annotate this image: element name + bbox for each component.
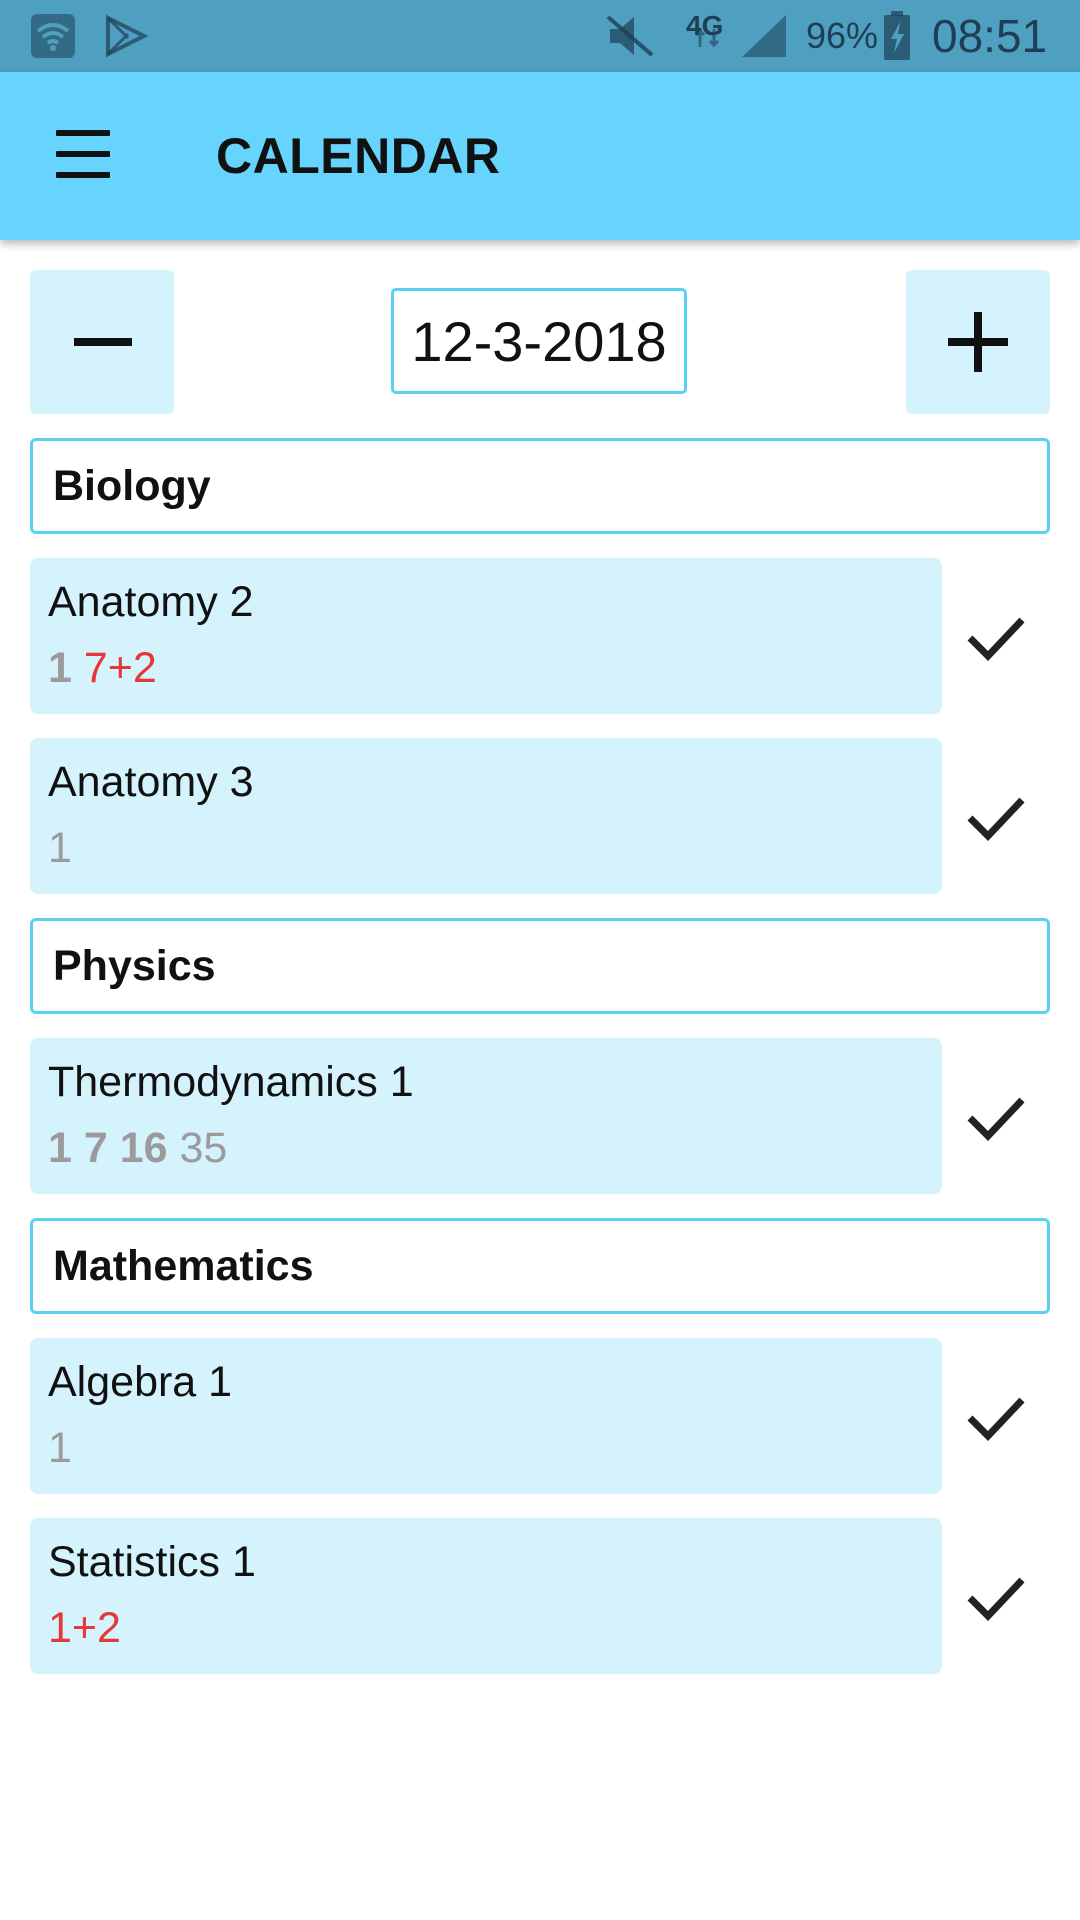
item-review-counts: 1	[48, 824, 72, 872]
item-title: Anatomy 3	[48, 758, 254, 806]
item-review-counts: 1	[48, 1424, 72, 1472]
status-bar: 4G 96% 08:51	[0, 0, 1080, 72]
list-item[interactable]: Algebra 1 1	[30, 1338, 942, 1494]
section-header-biology: Biology	[30, 438, 1050, 534]
item-review-counts: 1 7+2	[48, 644, 157, 692]
menu-icon[interactable]	[46, 128, 122, 184]
signal-icon	[740, 0, 788, 72]
wifi-icon	[30, 0, 76, 72]
section-header-mathematics: Mathematics	[30, 1218, 1050, 1314]
minus-icon	[74, 338, 132, 346]
list-item[interactable]: Anatomy 3 1	[30, 738, 942, 894]
check-icon[interactable]	[960, 1560, 1032, 1632]
check-icon[interactable]	[960, 780, 1032, 852]
battery-percent: 96%	[806, 15, 879, 56]
item-review-counts: 1 7 16 35	[48, 1124, 228, 1172]
mute-icon	[604, 0, 656, 72]
check-icon[interactable]	[960, 1080, 1032, 1152]
data-arrows-icon	[692, 18, 722, 58]
check-icon[interactable]	[960, 600, 1032, 672]
date-field[interactable]: 12-3-2018	[391, 288, 687, 394]
item-title: Algebra 1	[48, 1358, 233, 1406]
battery-charging-icon	[882, 0, 912, 72]
next-day-button[interactable]	[906, 270, 1050, 414]
page-title: CALENDAR	[216, 128, 501, 184]
item-review-counts: 1+2	[48, 1604, 121, 1652]
item-title: Anatomy 2	[48, 578, 254, 626]
list-item[interactable]: Anatomy 2 1 7+2	[30, 558, 942, 714]
list-item[interactable]: Thermodynamics 1 1 7 16 35	[30, 1038, 942, 1194]
previous-day-button[interactable]	[30, 270, 174, 414]
item-title: Thermodynamics 1	[48, 1058, 414, 1106]
list-item[interactable]: Statistics 1 1+2	[30, 1518, 942, 1674]
clock: 08:51	[932, 10, 1048, 62]
section-header-physics: Physics	[30, 918, 1050, 1014]
play-store-icon	[104, 0, 148, 72]
check-icon[interactable]	[960, 1380, 1032, 1452]
item-title: Statistics 1	[48, 1538, 256, 1586]
app-bar: CALENDAR	[0, 72, 1080, 240]
